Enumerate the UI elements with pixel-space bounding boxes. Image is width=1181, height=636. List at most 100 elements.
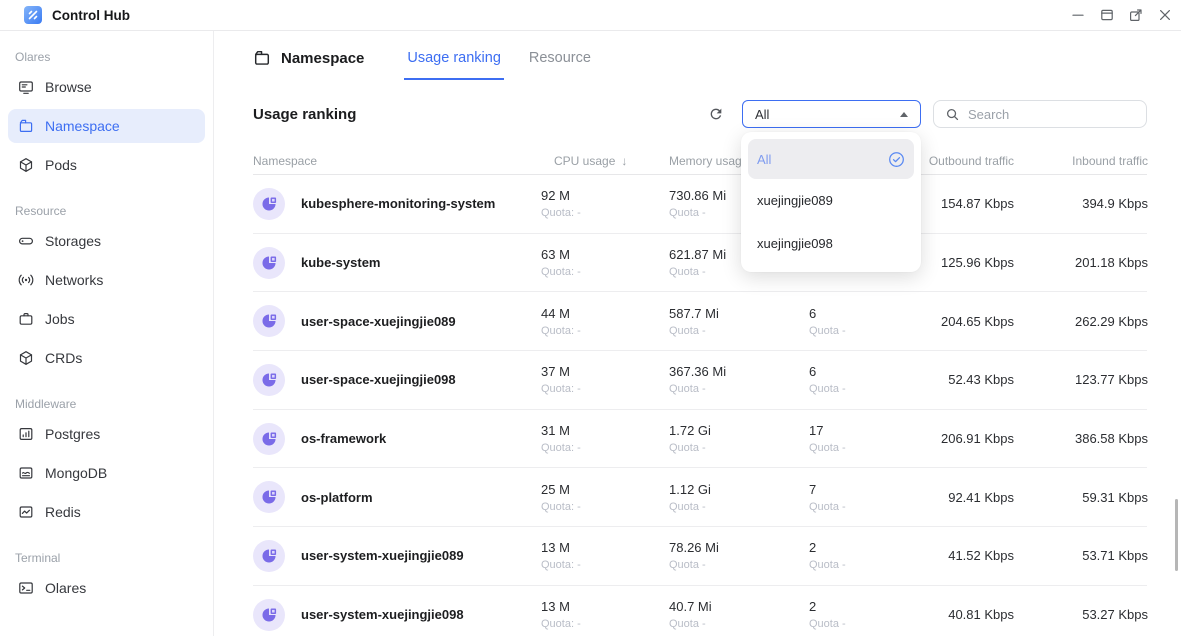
redis-icon: [18, 504, 34, 520]
close-button[interactable]: [1155, 5, 1175, 25]
pods-value: 6: [809, 364, 901, 379]
tab-usage-ranking[interactable]: Usage ranking: [407, 48, 501, 68]
restore-button[interactable]: [1097, 5, 1117, 25]
memory-value: 367.36 Mi: [669, 364, 796, 379]
sidebar-item-networks[interactable]: Networks: [8, 263, 205, 297]
network-icon: [18, 272, 34, 288]
cpu-quota: Quota: -: [541, 383, 656, 395]
col-namespace: Namespace: [253, 154, 541, 168]
cpu-quota: Quota: -: [541, 266, 656, 278]
memory-quota: Quota -: [669, 618, 796, 630]
col-cpu-usage[interactable]: CPU usage↓: [541, 154, 656, 168]
pods-quota: Quota -: [809, 618, 901, 630]
storage-icon: [18, 233, 34, 249]
table-body: kubesphere-monitoring-system 92 MQuota: …: [253, 175, 1147, 636]
sidebar-section-label: Resource: [8, 203, 205, 219]
cpu-quota: Quota: -: [541, 501, 656, 513]
namespace-avatar-icon: [253, 599, 285, 631]
sidebar-item-namespace[interactable]: Namespace: [8, 109, 205, 143]
cpu-value: 63 M: [541, 247, 656, 262]
namespace-avatar-icon: [253, 423, 285, 455]
table-row[interactable]: user-space-xuejingjie089 44 MQuota: - 58…: [253, 292, 1147, 351]
namespace-icon: [18, 118, 34, 134]
inbound-value: 53.27 Kbps: [1014, 607, 1148, 622]
browse-icon: [18, 79, 34, 95]
sidebar-item-postgres[interactable]: Postgres: [8, 417, 205, 451]
pods-value: 6: [809, 306, 901, 321]
table-row[interactable]: os-platform 25 MQuota: - 1.12 GiQuota - …: [253, 468, 1147, 527]
sidebar-item-pods[interactable]: Pods: [8, 148, 205, 182]
namespace-name: kube-system: [301, 255, 380, 270]
namespace-avatar-icon: [253, 305, 285, 337]
dropdown-option-xuejingjie089[interactable]: xuejingjie089: [748, 179, 914, 222]
vertical-scrollbar-thumb[interactable]: [1175, 499, 1178, 571]
sidebar-item-mongodb[interactable]: MongoDB: [8, 456, 205, 490]
sidebar-section-label: Middleware: [8, 396, 205, 412]
cpu-quota: Quota: -: [541, 559, 656, 571]
terminal-icon: [18, 580, 34, 596]
sort-desc-icon: ↓: [621, 154, 627, 168]
sidebar-item-jobs[interactable]: Jobs: [8, 302, 205, 336]
inbound-value: 53.71 Kbps: [1014, 548, 1148, 563]
minimize-button[interactable]: [1068, 5, 1088, 25]
memory-value: 1.72 Gi: [669, 423, 796, 438]
sidebar-item-redis[interactable]: Redis: [8, 495, 205, 529]
cpu-quota: Quota: -: [541, 442, 656, 454]
popout-button[interactable]: [1126, 5, 1146, 25]
pods-value: 7: [809, 482, 901, 497]
cpu-value: 37 M: [541, 364, 656, 379]
refresh-button[interactable]: [707, 105, 725, 123]
refresh-icon: [708, 106, 724, 122]
memory-quota: Quota -: [669, 442, 796, 454]
outbound-value: 52.43 Kbps: [901, 372, 1014, 387]
search-input[interactable]: [968, 107, 1135, 122]
namespace-name: kubesphere-monitoring-system: [301, 196, 495, 211]
usage-table: Namespace CPU usage↓ Memory usage Outbou…: [253, 148, 1147, 636]
dropdown-option-xuejingjie098[interactable]: xuejingjie098: [748, 222, 914, 265]
table-row[interactable]: user-space-xuejingjie098 37 MQuota: - 36…: [253, 351, 1147, 410]
memory-value: 1.12 Gi: [669, 482, 796, 497]
cpu-value: 13 M: [541, 599, 656, 614]
table-row[interactable]: user-system-xuejingjie098 13 MQuota: - 4…: [253, 586, 1147, 636]
cpu-quota: Quota: -: [541, 325, 656, 337]
namespace-avatar-icon: [253, 364, 285, 396]
table-row[interactable]: user-system-xuejingjie089 13 MQuota: - 7…: [253, 527, 1147, 586]
titlebar: Control Hub: [0, 0, 1181, 31]
sidebar-item-crds[interactable]: CRDs: [8, 341, 205, 375]
app-logo-icon: [24, 6, 42, 24]
table-row[interactable]: os-framework 31 MQuota: - 1.72 GiQuota -…: [253, 410, 1147, 469]
pods-quota: Quota -: [809, 559, 901, 571]
sidebar-item-label: Namespace: [45, 118, 120, 134]
table-row[interactable]: kubesphere-monitoring-system 92 MQuota: …: [253, 175, 1147, 234]
inbound-value: 394.9 Kbps: [1014, 196, 1148, 211]
sidebar-item-olares[interactable]: Olares: [8, 571, 205, 605]
inbound-value: 386.58 Kbps: [1014, 431, 1148, 446]
cpu-quota: Quota: -: [541, 207, 656, 219]
page-title-wrap: Namespace: [253, 49, 364, 67]
sidebar-item-label: CRDs: [45, 350, 82, 366]
pods-quota: Quota -: [809, 501, 901, 513]
sidebar-section: Olares Browse Namespace Pods: [8, 49, 205, 182]
sidebar-item-label: Storages: [45, 233, 101, 249]
table-row[interactable]: kube-system 63 MQuota: - 621.87 MiQuota …: [253, 234, 1147, 293]
sidebar-section-label: Terminal: [8, 550, 205, 566]
sidebar-section-label: Olares: [8, 49, 205, 65]
namespace-name: user-system-xuejingjie089: [301, 548, 464, 563]
outbound-value: 92.41 Kbps: [901, 490, 1014, 505]
inbound-value: 262.29 Kbps: [1014, 314, 1148, 329]
inbound-value: 59.31 Kbps: [1014, 490, 1148, 505]
dropdown-option-all[interactable]: All: [748, 139, 914, 179]
sidebar-item-storages[interactable]: Storages: [8, 224, 205, 258]
col-inbound-traffic: Inbound traffic: [1014, 154, 1148, 168]
filter-select[interactable]: All: [742, 100, 921, 128]
sidebar-item-label: Olares: [45, 580, 86, 596]
sidebar-item-browse[interactable]: Browse: [8, 70, 205, 104]
memory-value: 40.7 Mi: [669, 599, 796, 614]
namespace-name: os-platform: [301, 490, 373, 505]
pods-quota: Quota -: [809, 383, 901, 395]
tab-resource[interactable]: Resource: [529, 48, 591, 68]
sidebar-section: Middleware Postgres MongoDB Redis: [8, 396, 205, 529]
namespace-avatar-icon: [253, 481, 285, 513]
memory-value: 587.7 Mi: [669, 306, 796, 321]
namespace-name: user-system-xuejingjie098: [301, 607, 464, 622]
